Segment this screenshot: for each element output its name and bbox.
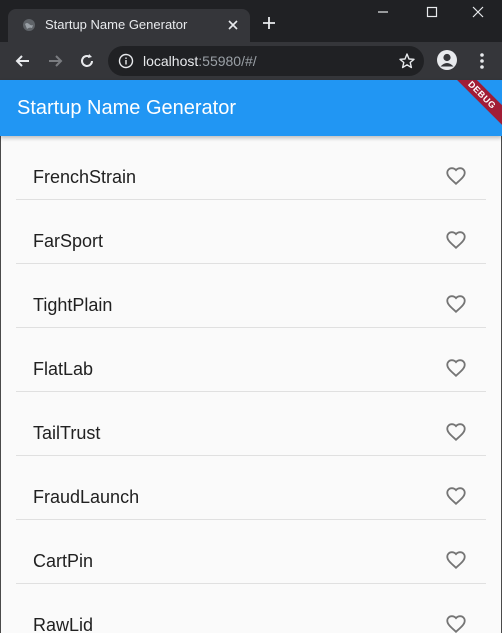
tab-strip: Startup Name Generator — [0, 0, 502, 42]
list-item[interactable]: FlatLab — [16, 328, 486, 392]
heart-outline-icon[interactable] — [445, 485, 467, 507]
heart-outline-icon[interactable] — [445, 229, 467, 251]
close-icon[interactable] — [226, 18, 240, 32]
forward-icon[interactable] — [45, 51, 65, 71]
name-label: FarSport — [33, 231, 104, 251]
window-border-left — [0, 80, 1, 633]
browser-toolbar: localhost:55980/#/ — [0, 42, 502, 80]
debug-banner: DEBUG — [444, 80, 502, 133]
star-icon[interactable] — [398, 52, 416, 70]
heart-outline-icon[interactable] — [445, 421, 467, 443]
heart-outline-icon[interactable] — [445, 165, 467, 187]
address-bar[interactable]: localhost:55980/#/ — [108, 46, 424, 76]
url-path: :55980/#/ — [198, 53, 257, 69]
heart-outline-icon[interactable] — [445, 613, 467, 633]
list-item[interactable]: FarSport — [16, 200, 486, 264]
page-title: Startup Name Generator — [17, 97, 236, 119]
heart-outline-icon[interactable] — [445, 357, 467, 379]
more-vert-icon[interactable] — [472, 51, 492, 71]
maximize-icon[interactable] — [424, 4, 440, 20]
globe-icon — [23, 19, 35, 31]
browser-window: Startup Name Generator localhost:55980/#… — [0, 0, 502, 633]
name-label: RawLid — [33, 615, 94, 633]
heart-outline-icon[interactable] — [445, 549, 467, 571]
list-item[interactable]: RawLid — [16, 584, 486, 633]
name-label: TailTrust — [33, 423, 101, 443]
reload-icon[interactable] — [77, 51, 97, 71]
url-text: localhost:55980/#/ — [143, 53, 257, 69]
name-label: FrenchStrain — [33, 167, 137, 187]
profile-icon[interactable] — [436, 49, 458, 71]
list-item[interactable]: FrenchStrain — [16, 136, 486, 200]
list-item[interactable]: TailTrust — [16, 392, 486, 456]
window-close-icon[interactable] — [470, 4, 486, 20]
plus-icon[interactable] — [261, 15, 277, 31]
info-icon[interactable] — [118, 53, 134, 69]
name-label: TightPlain — [33, 295, 113, 315]
list-item[interactable]: TightPlain — [16, 264, 486, 328]
url-host: localhost — [143, 53, 199, 69]
list-item[interactable]: FraudLaunch — [16, 456, 486, 520]
app-bar: Startup Name Generator DEBUG — [0, 80, 502, 136]
list-item[interactable]: CartPin — [16, 520, 486, 584]
name-list: FrenchStrain FarSport TightPlain FlatLab… — [16, 136, 486, 633]
name-label: FlatLab — [33, 359, 94, 379]
tab-title: Startup Name Generator — [45, 17, 188, 32]
heart-outline-icon[interactable] — [445, 293, 467, 315]
name-label: FraudLaunch — [33, 487, 140, 507]
minimize-icon[interactable] — [375, 4, 391, 20]
back-icon[interactable] — [13, 51, 33, 71]
name-label: CartPin — [33, 551, 94, 571]
browser-tab[interactable]: Startup Name Generator — [8, 9, 250, 42]
